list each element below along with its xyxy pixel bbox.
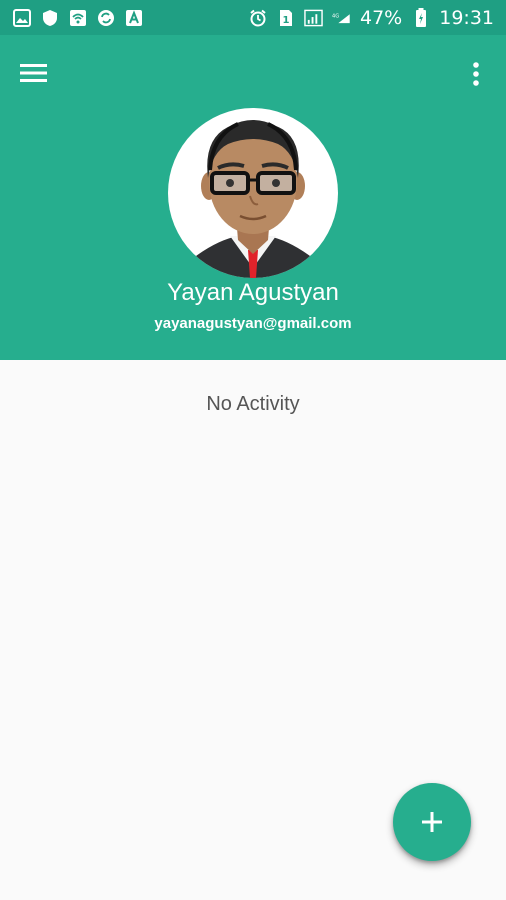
add-button[interactable] bbox=[393, 783, 471, 861]
svg-text:4G: 4G bbox=[332, 13, 339, 19]
status-left-icons bbox=[12, 8, 143, 27]
profile-name: Yayan Agustyan bbox=[167, 279, 339, 306]
battery-percent: 47% bbox=[360, 6, 403, 29]
more-vert-icon[interactable] bbox=[466, 59, 486, 89]
status-right-icons: 1 4G 47% 19:31 bbox=[248, 7, 494, 29]
status-bar: 1 4G 47% 19:31 bbox=[0, 0, 506, 35]
hamburger-menu-icon[interactable] bbox=[20, 61, 48, 85]
profile-email: yayanagustyan@gmail.com bbox=[154, 315, 352, 332]
signal-icon bbox=[304, 8, 323, 27]
battery-icon bbox=[411, 7, 430, 27]
wifi-icon bbox=[68, 8, 87, 27]
svg-text:1: 1 bbox=[282, 15, 289, 26]
profile-header: Yayan Agustyan yayanagustyan@gmail.com bbox=[0, 35, 506, 360]
image-icon bbox=[12, 8, 31, 27]
status-time: 19:31 bbox=[439, 6, 494, 29]
user-avatar[interactable] bbox=[168, 108, 338, 278]
sim-icon: 1 bbox=[276, 8, 295, 27]
shield-icon bbox=[40, 8, 59, 27]
sync-icon bbox=[96, 8, 115, 27]
alarm-icon bbox=[248, 8, 267, 27]
plus-icon bbox=[422, 812, 442, 832]
network-4g-icon: 4G bbox=[332, 8, 351, 27]
empty-activity-message: No Activity bbox=[206, 393, 300, 415]
translate-icon bbox=[124, 8, 143, 27]
